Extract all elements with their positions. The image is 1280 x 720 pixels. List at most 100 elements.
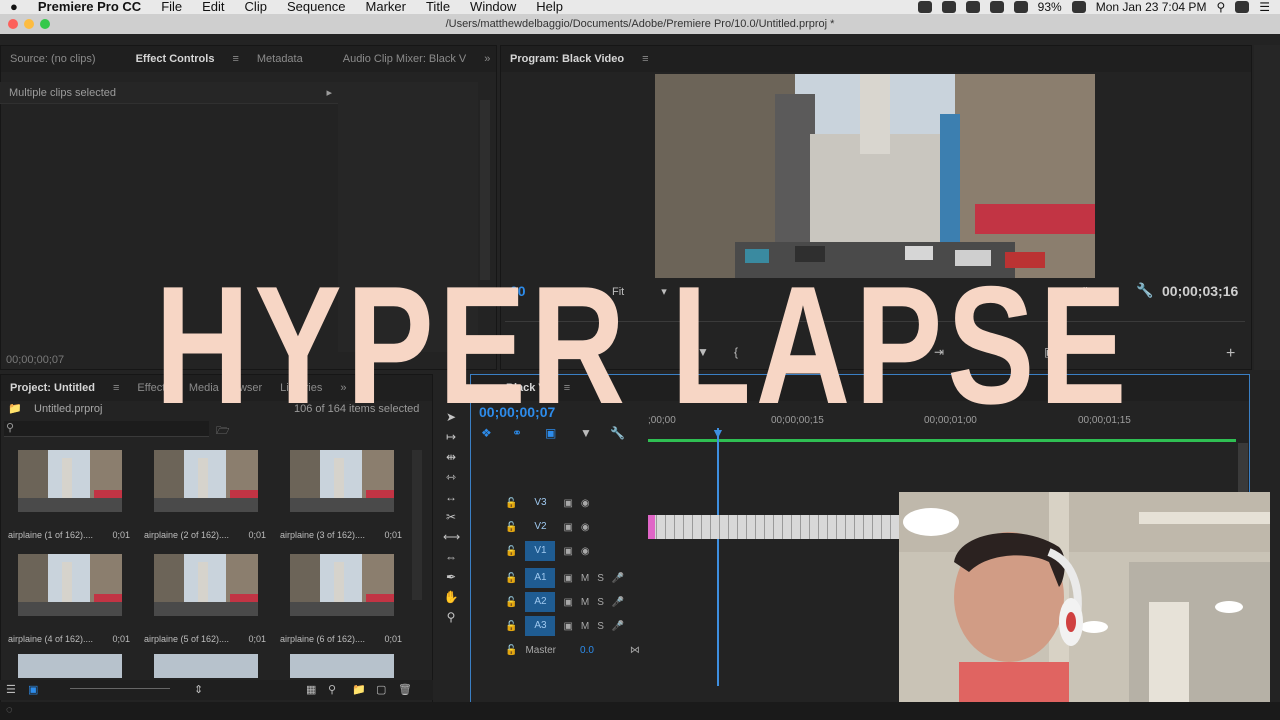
go-to-end-icon[interactable]: ⋈ xyxy=(630,645,640,656)
ripple-edit-tool-icon[interactable]: ⇹ xyxy=(443,450,459,464)
sync-lock-icon[interactable]: ▣ xyxy=(563,597,572,608)
trash-icon[interactable]: 🗑 xyxy=(398,683,412,696)
track-name[interactable]: V1 xyxy=(525,541,556,561)
menu-file[interactable]: File xyxy=(151,0,192,14)
microphone-icon[interactable]: 🎤 xyxy=(612,573,624,584)
solo-button[interactable]: S xyxy=(597,597,604,608)
menu-edit[interactable]: Edit xyxy=(192,0,234,14)
menu-window[interactable]: Window xyxy=(460,0,526,14)
razor-tool-icon[interactable]: ✂ xyxy=(443,510,459,524)
close-window-button[interactable] xyxy=(8,19,18,29)
eye-icon[interactable]: ◉ xyxy=(581,546,590,557)
project-item[interactable]: airplaine (1 of 162).... 0;01 xyxy=(4,444,138,544)
rolling-edit-tool-icon[interactable]: ⇿ xyxy=(443,470,459,484)
film-icon[interactable]: ▣ xyxy=(563,546,572,557)
lock-icon[interactable]: 🔓 xyxy=(505,597,517,608)
slip-tool-icon[interactable]: ⟷ xyxy=(443,530,460,544)
film-icon[interactable]: ▣ xyxy=(563,498,572,509)
lock-icon[interactable]: 🔓 xyxy=(505,546,517,557)
timeline-scrollbar[interactable] xyxy=(1238,443,1248,493)
clip-thumbnail-partial[interactable] xyxy=(154,654,258,678)
more-tabs-icon[interactable]: » xyxy=(475,53,499,65)
siri-icon[interactable] xyxy=(1235,1,1250,13)
menu-marker[interactable]: Marker xyxy=(356,0,416,14)
wifi-icon[interactable] xyxy=(989,1,1004,13)
list-view-icon[interactable]: ☰ xyxy=(6,683,16,696)
solo-button[interactable]: S xyxy=(597,621,604,632)
track-name[interactable]: A1 xyxy=(525,568,556,588)
project-item[interactable]: airplaine (2 of 162).... 0;01 xyxy=(140,444,274,544)
playhead-line[interactable] xyxy=(717,428,719,686)
lock-icon[interactable]: 🔓 xyxy=(505,498,517,509)
track-name[interactable]: A3 xyxy=(525,616,556,636)
tab-audio-clip-mixer[interactable]: Audio Clip Mixer: Black V xyxy=(334,53,476,65)
sort-icon[interactable]: ⇕ xyxy=(194,683,203,696)
lock-icon[interactable]: 🔓 xyxy=(505,522,517,533)
eye-icon[interactable]: ◉ xyxy=(581,522,590,533)
volume-icon[interactable] xyxy=(1013,1,1028,13)
eye-icon[interactable]: ◉ xyxy=(581,498,590,509)
automate-to-sequence-icon[interactable]: ▦ xyxy=(306,683,316,696)
bluetooth-icon[interactable] xyxy=(965,1,980,13)
expand-arrow-icon[interactable]: ▸ xyxy=(326,82,332,104)
button-editor-plus-icon[interactable]: + xyxy=(1226,345,1235,363)
dropbox-icon[interactable] xyxy=(917,1,932,13)
spotlight-icon[interactable]: ⚲ xyxy=(1216,0,1225,14)
tab-metadata[interactable]: Metadata xyxy=(248,53,312,65)
slide-tool-icon[interactable]: ⇔ xyxy=(443,550,459,564)
work-area-bar[interactable] xyxy=(648,439,1236,442)
menu-title[interactable]: Title xyxy=(416,0,460,14)
menu-help[interactable]: Help xyxy=(526,0,573,14)
panel-menu-icon[interactable]: ≡ xyxy=(633,53,657,65)
panel-menu-icon[interactable]: ≡ xyxy=(223,53,247,65)
icon-view-icon[interactable]: ▣ xyxy=(28,683,38,696)
lock-icon[interactable]: 🔓 xyxy=(505,645,517,656)
microphone-icon[interactable]: 🎤 xyxy=(612,597,624,608)
sync-lock-icon[interactable]: ▣ xyxy=(563,621,572,632)
menu-clip[interactable]: Clip xyxy=(235,0,277,14)
tab-project[interactable]: Project: Untitled xyxy=(1,382,104,394)
mute-button[interactable]: M xyxy=(581,573,589,584)
clip-thumbnail-partial[interactable] xyxy=(18,654,122,678)
track-name[interactable]: V3 xyxy=(525,493,555,513)
sync-lock-icon[interactable]: ▣ xyxy=(563,573,572,584)
tab-program[interactable]: Program: Black Video xyxy=(501,53,633,65)
clip-strip-v2[interactable] xyxy=(648,515,900,539)
microphone-icon[interactable]: 🎤 xyxy=(612,621,624,632)
zoom-window-button[interactable] xyxy=(40,19,50,29)
track-name[interactable]: A2 xyxy=(525,592,556,612)
film-icon[interactable]: ▣ xyxy=(563,522,572,533)
mute-button[interactable]: M xyxy=(581,621,589,632)
project-item[interactable]: airplaine (4 of 162).... 0;01 xyxy=(4,548,138,648)
zoom-tool-icon[interactable]: ⚲ xyxy=(443,610,459,624)
project-item[interactable]: airplaine (5 of 162).... 0;01 xyxy=(140,548,274,648)
zoom-slider[interactable] xyxy=(70,682,170,696)
track-name[interactable]: V2 xyxy=(525,517,555,537)
lock-icon[interactable]: 🔓 xyxy=(505,573,517,584)
creative-cloud-icon[interactable] xyxy=(941,1,956,13)
find-icon[interactable]: ⚲ xyxy=(328,683,336,696)
tab-effect-controls[interactable]: Effect Controls xyxy=(127,53,224,65)
project-item[interactable]: airplaine (6 of 162).... 0;01 xyxy=(276,548,410,648)
new-bin-icon[interactable]: 📁 xyxy=(352,683,366,696)
mute-button[interactable]: M xyxy=(581,597,589,608)
lock-icon[interactable]: 🔓 xyxy=(505,621,517,632)
minimize-window-button[interactable] xyxy=(24,19,34,29)
hand-tool-icon[interactable]: ✋ xyxy=(443,590,459,604)
clock[interactable]: Mon Jan 23 7:04 PM xyxy=(1096,0,1207,14)
panel-menu-icon[interactable]: ≡ xyxy=(104,382,128,394)
clip-thumbnail-partial[interactable] xyxy=(290,654,394,678)
project-scrollbar[interactable] xyxy=(412,450,422,600)
apple-menu-icon[interactable]: ● xyxy=(0,0,28,14)
rate-stretch-tool-icon[interactable]: ↔ xyxy=(443,490,459,504)
battery-icon[interactable] xyxy=(1071,1,1086,13)
notification-center-icon[interactable]: ☰ xyxy=(1259,0,1270,14)
master-volume-value[interactable]: 0.0 xyxy=(580,645,594,656)
wrench-icon[interactable]: 🔧 xyxy=(1136,282,1153,299)
new-item-icon[interactable]: ▢ xyxy=(376,683,386,696)
menu-sequence[interactable]: Sequence xyxy=(277,0,356,14)
pen-tool-icon[interactable]: ✒ xyxy=(443,570,459,584)
clip-selection-marker[interactable] xyxy=(648,515,655,539)
solo-button[interactable]: S xyxy=(597,573,604,584)
project-item[interactable]: airplaine (3 of 162).... 0;01 xyxy=(276,444,410,544)
